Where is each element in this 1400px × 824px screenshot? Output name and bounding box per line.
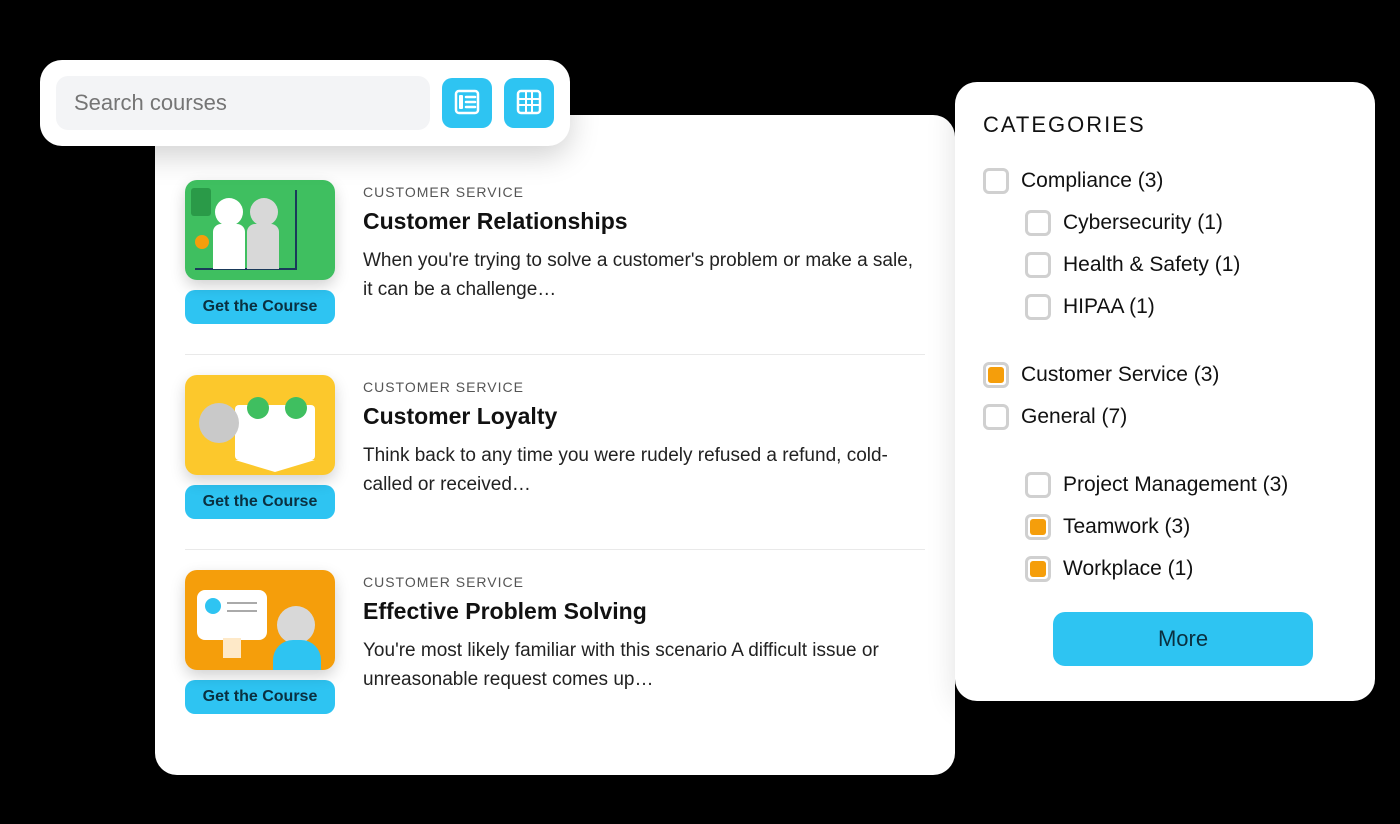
category-label: Customer Service (3)	[1021, 363, 1219, 387]
course-title: Customer Loyalty	[363, 403, 925, 430]
category-label: Teamwork (3)	[1063, 515, 1190, 539]
get-course-button[interactable]: Get the Course	[185, 485, 335, 519]
category-checkbox[interactable]	[983, 168, 1009, 194]
get-course-button[interactable]: Get the Course	[185, 290, 335, 324]
course-description: You're most likely familiar with this sc…	[363, 637, 925, 694]
category-label: Project Management (3)	[1063, 473, 1288, 497]
category-item[interactable]: Teamwork (3)	[983, 514, 1347, 540]
category-checkbox[interactable]	[1025, 294, 1051, 320]
category-checkbox[interactable]	[983, 362, 1009, 388]
course-category: CUSTOMER SERVICE	[363, 379, 925, 395]
category-checkbox[interactable]	[1025, 472, 1051, 498]
category-label: General (7)	[1021, 405, 1127, 429]
course-thumbnail	[185, 375, 335, 475]
more-button[interactable]: More	[1053, 612, 1313, 666]
category-item[interactable]: Project Management (3)	[983, 472, 1347, 498]
category-item[interactable]: Workplace (1)	[983, 556, 1347, 582]
category-checkbox[interactable]	[1025, 210, 1051, 236]
category-item[interactable]: General (7)	[983, 404, 1347, 430]
course-description: When you're trying to solve a customer's…	[363, 247, 925, 304]
categories-panel: CATEGORIES Compliance (3) Cybersecurity (…	[955, 82, 1375, 701]
course-row: Get the Course CUSTOMER SERVICE Customer…	[185, 160, 925, 355]
category-checkbox[interactable]	[1025, 556, 1051, 582]
course-category: CUSTOMER SERVICE	[363, 184, 925, 200]
list-view-icon	[453, 88, 481, 119]
category-checkbox[interactable]	[1025, 514, 1051, 540]
list-view-button[interactable]	[442, 78, 492, 128]
category-checkbox[interactable]	[983, 404, 1009, 430]
category-label: Compliance (3)	[1021, 169, 1163, 193]
category-label: Health & Safety (1)	[1063, 253, 1240, 277]
category-item[interactable]: Customer Service (3)	[983, 362, 1347, 388]
category-checkbox[interactable]	[1025, 252, 1051, 278]
course-thumbnail	[185, 570, 335, 670]
category-item[interactable]: Health & Safety (1)	[983, 252, 1347, 278]
course-title: Customer Relationships	[363, 208, 925, 235]
course-description: Think back to any time you were rudely r…	[363, 442, 925, 499]
search-bar	[40, 60, 570, 146]
course-thumbnail	[185, 180, 335, 280]
category-item[interactable]: Compliance (3)	[983, 168, 1347, 194]
course-list-panel: Get the Course CUSTOMER SERVICE Customer…	[155, 115, 955, 775]
get-course-button[interactable]: Get the Course	[185, 680, 335, 714]
course-category: CUSTOMER SERVICE	[363, 574, 925, 590]
grid-view-icon	[515, 88, 543, 119]
course-row: Get the Course CUSTOMER SERVICE Effectiv…	[185, 550, 925, 744]
category-item[interactable]: Cybersecurity (1)	[983, 210, 1347, 236]
course-row: Get the Course CUSTOMER SERVICE Customer…	[185, 355, 925, 550]
category-item[interactable]: HIPAA (1)	[983, 294, 1347, 320]
categories-list: Compliance (3) Cybersecurity (1) Health & …	[983, 168, 1347, 582]
search-input[interactable]	[56, 76, 430, 130]
category-label: Cybersecurity (1)	[1063, 211, 1223, 235]
category-label: Workplace (1)	[1063, 557, 1193, 581]
category-label: HIPAA (1)	[1063, 295, 1155, 319]
grid-view-button[interactable]	[504, 78, 554, 128]
course-title: Effective Problem Solving	[363, 598, 925, 625]
categories-title: CATEGORIES	[983, 112, 1347, 138]
